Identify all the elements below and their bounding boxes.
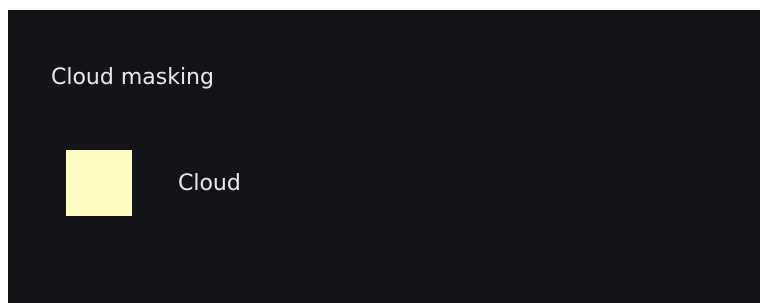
panel-title: Cloud masking bbox=[51, 65, 214, 90]
cloud-color-swatch bbox=[66, 150, 132, 216]
cloud-masking-legend-panel: Cloud masking Cloud bbox=[8, 10, 760, 303]
legend-item-cloud: Cloud bbox=[66, 150, 241, 216]
legend-item-label: Cloud bbox=[178, 170, 241, 196]
